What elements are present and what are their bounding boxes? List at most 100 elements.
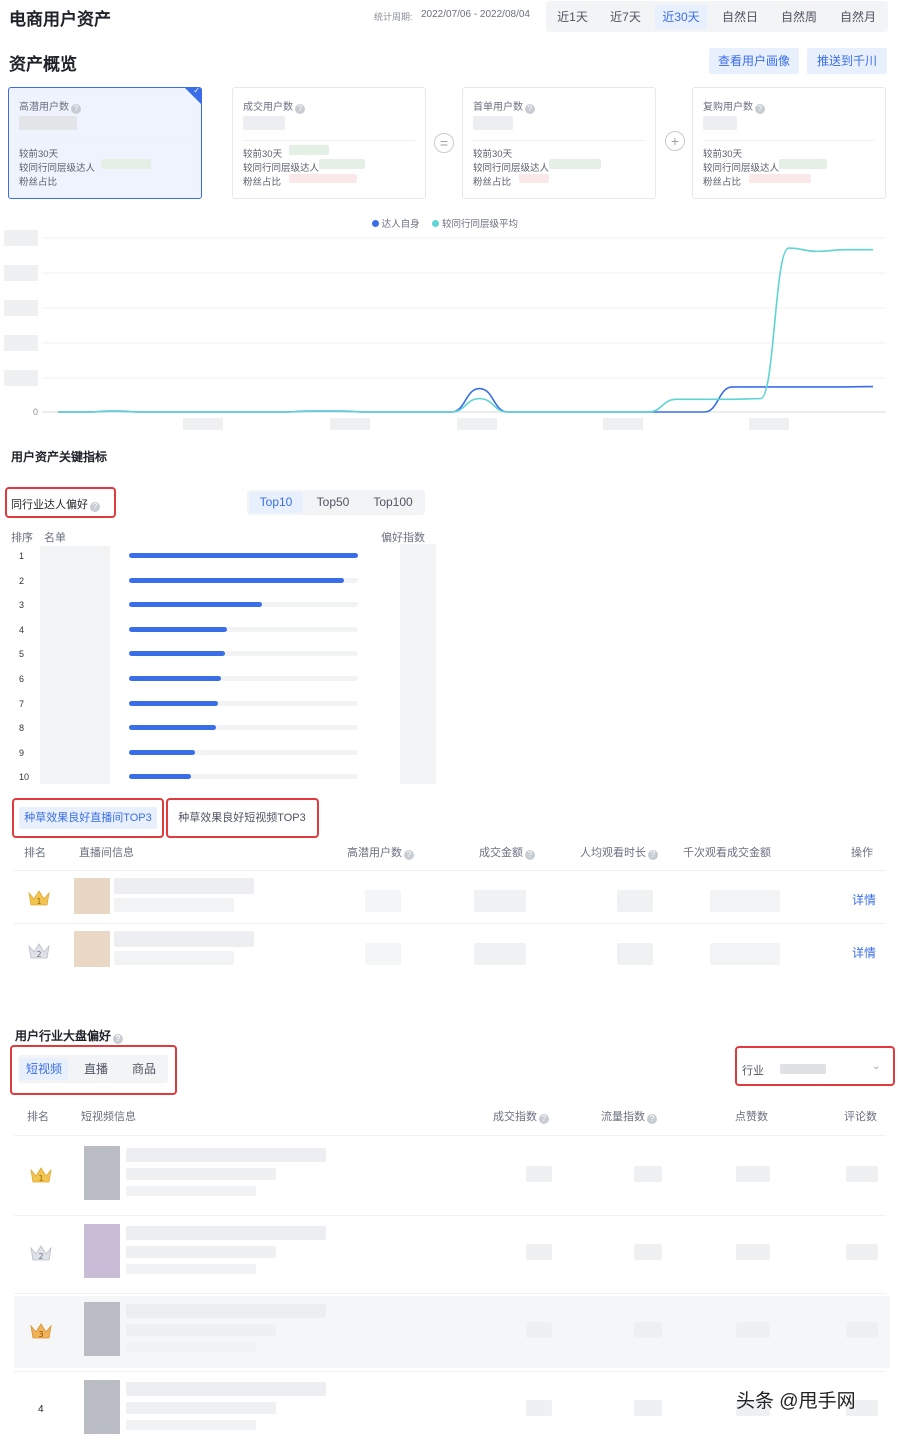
help-icon[interactable]: ? — [647, 1114, 657, 1124]
blurred-x-tick-label — [749, 418, 789, 430]
detail-link[interactable]: 详情 — [852, 944, 876, 961]
card-title: 成交用户数? — [243, 98, 305, 114]
blurred-y-tick-label — [4, 370, 38, 386]
trend-chart — [4, 230, 886, 430]
blurred-value — [289, 174, 357, 183]
blurred-video-meta — [126, 1342, 256, 1352]
chevron-down-icon: ⌄ — [872, 1061, 881, 1072]
blurred-x-tick-label — [457, 418, 497, 430]
blurred-video-title — [126, 1148, 326, 1162]
video-cover-thumbnail — [84, 1380, 120, 1434]
pref-rank-number: 7 — [19, 698, 25, 709]
blurred-x-tick-label — [183, 418, 223, 430]
pref-bar-track — [129, 749, 358, 755]
pref-bar — [129, 725, 217, 731]
live-cover-thumbnail — [74, 878, 110, 914]
tab-short-video[interactable]: 短视频 — [20, 1058, 68, 1080]
help-icon[interactable]: ? — [113, 1034, 124, 1044]
help-icon[interactable]: ? — [525, 104, 535, 114]
blurred-index-column — [400, 544, 436, 784]
pref-rank-number: 4 — [19, 624, 25, 635]
pref-bar-track — [129, 725, 358, 731]
blurred-value — [749, 174, 811, 183]
blurred-value — [617, 890, 653, 912]
crown-silver-icon: 2 — [28, 943, 50, 959]
tab-live-top3[interactable]: 种草效果良好直播间TOP3 — [19, 807, 157, 829]
blurred-y-tick-label — [4, 300, 38, 316]
card-row-fan-ratio: 粉丝占比 — [473, 177, 512, 188]
help-icon[interactable]: ? — [525, 850, 535, 860]
card-row-vs-prev: 较前30天 — [703, 149, 743, 160]
range-tab-1d[interactable]: 近1天 — [550, 5, 595, 29]
key-metrics-title: 用户资产关键指标 — [11, 450, 108, 464]
card-first-order-users[interactable]: 首单用户数? 较前30天 较同行同层级达人 粉丝占比 — [462, 87, 656, 199]
plus-icon: + — [665, 131, 685, 151]
card-repurchase-users[interactable]: 复购用户数? 较前30天 较同行同层级达人 粉丝占比 — [692, 87, 886, 199]
pref-bar-track — [129, 651, 358, 657]
y-axis-zero-label: 0 — [33, 407, 39, 417]
blurred-y-tick-label — [4, 265, 38, 281]
card-value-blurred — [703, 116, 737, 130]
divider — [703, 140, 875, 141]
blurred-video-meta — [126, 1420, 256, 1430]
blurred-video-title — [126, 1304, 326, 1318]
push-qianchuan-button[interactable]: 推送到千川 — [807, 48, 887, 74]
blurred-video-meta — [126, 1402, 276, 1414]
help-icon[interactable]: ? — [90, 502, 100, 512]
card-title: 首单用户数? — [473, 98, 535, 114]
help-icon[interactable]: ? — [755, 104, 765, 114]
range-tab-day[interactable]: 自然日 — [715, 5, 765, 29]
help-icon[interactable]: ? — [648, 850, 658, 860]
blurred-name-column — [40, 546, 110, 784]
page-title: 电商用户资产 — [9, 10, 111, 29]
tab-top50[interactable]: Top50 — [307, 492, 359, 513]
range-tab-month[interactable]: 自然月 — [832, 5, 884, 29]
card-high-potential-users[interactable]: 高潜用户数? 较前30天 较同行同层级达人 粉丝占比 ✓ — [8, 86, 202, 199]
svg-text:2: 2 — [36, 950, 41, 959]
help-icon[interactable]: ? — [71, 104, 81, 114]
tab-product[interactable]: 商品 — [122, 1058, 166, 1080]
help-icon[interactable]: ? — [295, 104, 305, 114]
help-icon[interactable]: ? — [404, 850, 414, 860]
tab-top10[interactable]: Top10 — [249, 492, 303, 513]
blurred-value — [634, 1322, 662, 1338]
card-deal-users[interactable]: 成交用户数? 较前30天 较同行同层级达人 粉丝占比 — [232, 87, 426, 199]
check-icon: ✓ — [193, 86, 200, 95]
crown-gold-icon: 1 — [28, 890, 50, 906]
pref-bar — [129, 749, 196, 755]
table-row: 1 — [14, 1140, 890, 1212]
view-profile-button[interactable]: 查看用户画像 — [709, 48, 799, 74]
range-tab-30d[interactable]: 近30天 — [655, 5, 707, 29]
blurred-live-info — [114, 898, 234, 912]
live-cover-thumbnail — [74, 931, 110, 967]
range-tab-week[interactable]: 自然周 — [773, 5, 825, 29]
blurred-value — [365, 890, 401, 912]
blurred-value — [634, 1244, 662, 1260]
blurred-value — [101, 159, 151, 169]
peer-pref-title: 同行业达人偏好? — [11, 496, 100, 512]
pref-bar-track — [129, 577, 358, 583]
pref-rank-number: 9 — [19, 747, 25, 758]
video-cover-thumbnail — [84, 1302, 120, 1356]
pref-bar-track — [129, 602, 358, 608]
blurred-video-meta — [126, 1324, 276, 1336]
tab-top100[interactable]: Top100 — [365, 492, 421, 513]
pref-bar-track — [129, 676, 358, 681]
col-rank: 排名 — [24, 847, 46, 859]
svg-text:3: 3 — [38, 1330, 43, 1339]
detail-link[interactable]: 详情 — [852, 891, 876, 908]
blurred-value — [710, 890, 780, 912]
help-icon[interactable]: ? — [539, 1114, 549, 1124]
industry-select[interactable]: 行业 ⌄ — [742, 1056, 888, 1082]
pref-bar — [129, 651, 226, 657]
blurred-live-info — [114, 878, 254, 894]
blurred-value — [289, 145, 329, 155]
blurred-value — [526, 1244, 552, 1260]
card-value-blurred — [19, 116, 77, 130]
tab-live[interactable]: 直播 — [74, 1058, 118, 1080]
blurred-value — [526, 1322, 552, 1338]
range-tab-7d[interactable]: 近7天 — [603, 5, 648, 29]
card-row-fan-ratio: 粉丝占比 — [19, 177, 58, 188]
pref-bar — [129, 577, 345, 583]
tab-video-top3[interactable]: 种草效果良好短视频TOP3 — [173, 807, 311, 829]
